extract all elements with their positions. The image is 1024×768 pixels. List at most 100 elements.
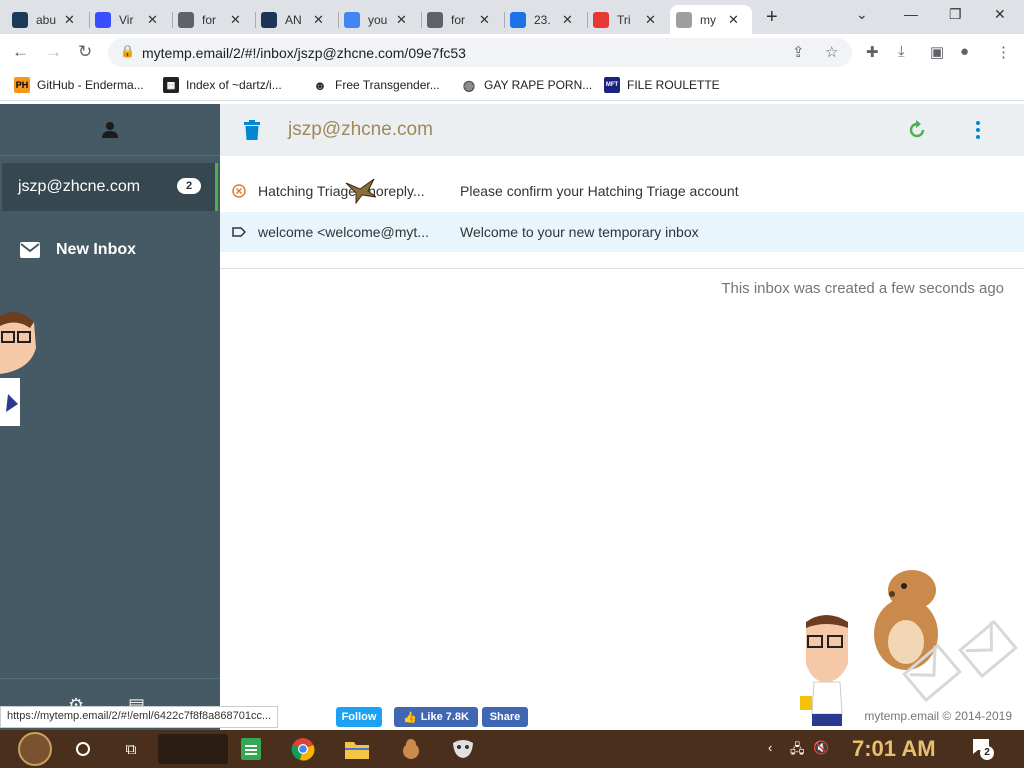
browser-tab[interactable]: for ✕ <box>172 5 254 34</box>
bookmark-github[interactable]: PH GitHub - Enderma... <box>14 77 144 93</box>
tab-close-icon[interactable]: ✕ <box>313 12 324 28</box>
bookmark-free-transgender[interactable]: ☻ Free Transgender... <box>312 77 440 93</box>
taskbar: ⧉ ‹ 🖧 🔇 7:01 AM 2 <box>0 730 1024 768</box>
inbox-header: jszp@zhcne.com <box>220 104 1024 156</box>
refresh-icon[interactable] <box>907 120 927 140</box>
trash-icon[interactable] <box>244 120 260 140</box>
sheets-app-icon[interactable] <box>238 736 264 762</box>
bookmarks-bar: PH GitHub - Enderma... ▦ Index of ~dartz… <box>0 71 1024 101</box>
tab-close-icon[interactable]: ✕ <box>64 12 75 28</box>
message-sender: welcome <welcome@myt... <box>258 224 429 240</box>
sigma-icon <box>95 11 111 28</box>
minimize-icon[interactable]: — <box>904 6 918 22</box>
new-tab-button[interactable]: + <box>766 6 778 29</box>
bookmark-index-dartz[interactable]: ▦ Index of ~dartz/i... <box>163 77 282 93</box>
browser-tab[interactable]: abu ✕ <box>6 5 88 34</box>
download-icon[interactable]: ⤓ <box>898 43 905 60</box>
reload-icon[interactable]: ↻ <box>78 42 92 62</box>
tab-close-icon[interactable]: ✕ <box>230 12 241 28</box>
new-inbox-button[interactable]: New Inbox <box>20 241 136 259</box>
twitter-follow-button[interactable]: Follow <box>336 707 382 727</box>
tab-close-icon[interactable]: ✕ <box>728 12 739 28</box>
watermark-envelopes-icon <box>902 619 1018 703</box>
bookmark-label: FILE ROULETTE <box>627 78 720 92</box>
triage-icon <box>593 11 609 28</box>
facebook-share-button[interactable]: Share <box>482 707 528 727</box>
sidebar-item-inbox[interactable]: jszp@zhcne.com 2 <box>2 163 218 211</box>
browser-tab[interactable]: Tri ✕ <box>587 5 669 34</box>
thumbs-up-icon: 👍 <box>402 711 417 724</box>
sidebar: jszp@zhcne.com 2 New Inbox ⚙ ▤ <box>0 104 220 730</box>
lock-icon[interactable]: 🔒 <box>120 44 135 58</box>
tab-close-icon[interactable]: ✕ <box>147 12 158 28</box>
list-divider <box>220 268 1024 269</box>
tab-label: you <box>368 12 388 27</box>
close-window-icon[interactable]: ✕ <box>994 6 1006 23</box>
browser-tab[interactable]: Vir ✕ <box>89 5 171 34</box>
message-subject: Welcome to your new temporary inbox <box>460 224 699 240</box>
url-text[interactable]: mytemp.email/2/#!/inbox/jszp@zhcne.com/0… <box>142 45 466 61</box>
tab-label: for <box>202 12 217 27</box>
volume-muted-icon[interactable]: 🔇 <box>813 740 829 756</box>
taskbar-clock[interactable]: 7:01 AM <box>852 736 936 762</box>
more-options-icon[interactable] <box>974 120 982 140</box>
forward-arrow-icon[interactable]: → <box>45 42 62 62</box>
browser-tab[interactable]: you ✕ <box>338 5 420 34</box>
tab-close-icon[interactable]: ✕ <box>396 12 407 28</box>
bookmark-globe-site[interactable]: ◍ GAY RAPE PORN... <box>461 77 592 93</box>
sidebar-header <box>0 104 220 156</box>
chrome-icon[interactable] <box>290 736 316 762</box>
sidebar-inbox-label: jszp@zhcne.com <box>18 178 141 195</box>
browser-tab[interactable]: my ✕ <box>670 5 752 34</box>
bookmark-label: GAY RAPE PORN... <box>484 78 593 92</box>
browser-toolbar: ← → ↻ 🔒 mytemp.email/2/#!/inbox/jszp@zhc… <box>0 34 1024 71</box>
file-explorer-icon[interactable] <box>344 736 370 762</box>
restore-icon[interactable]: ❐ <box>949 6 962 23</box>
tab-close-icon[interactable]: ✕ <box>645 12 656 28</box>
hamster-app-icon[interactable] <box>398 736 424 762</box>
network-icon[interactable]: 🖧 <box>790 740 805 762</box>
a-logo-icon <box>12 11 28 28</box>
browser-tab[interactable]: AN ✕ <box>255 5 337 34</box>
mft-icon: MFT <box>604 77 620 93</box>
bookmark-star-icon[interactable]: ☆ <box>825 43 838 61</box>
unread-circle-x-icon <box>232 184 246 198</box>
browser-menu-icon[interactable]: ⋮ <box>996 43 1011 61</box>
profile-avatar-icon[interactable]: ● <box>960 43 969 60</box>
browser-tab[interactable]: 23. ✕ <box>504 5 586 34</box>
action-center-button[interactable]: 2 <box>972 738 994 760</box>
bookmark-label: Free Transgender... <box>335 78 440 92</box>
facebook-like-button[interactable]: 👍 Like 7.8K <box>394 707 478 727</box>
task-view-icon[interactable]: ⧉ <box>118 736 144 762</box>
browser-tab[interactable]: for ✕ <box>421 5 503 34</box>
like-label: Like 7.8K <box>420 711 469 723</box>
tray-chevron-icon[interactable]: ‹ <box>768 740 772 755</box>
inbox-created-note: This inbox was created a few seconds ago <box>721 280 1004 297</box>
new-inbox-label: New Inbox <box>56 241 137 258</box>
any-run-icon <box>261 11 277 28</box>
message-row[interactable]: Hatching Triage <noreply... Please confi… <box>220 171 1024 211</box>
extensions-puzzle-icon[interactable]: ✚ <box>866 43 879 61</box>
bookmark-file-roulette[interactable]: MFT FILE ROULETTE <box>604 77 720 93</box>
mask-app-icon[interactable] <box>450 736 476 762</box>
image-icon: ▦ <box>163 77 179 93</box>
unread-count-badge: 2 <box>177 178 201 194</box>
tab-label: my <box>700 12 716 27</box>
cartoon-character-left <box>0 312 36 426</box>
taskbar-search-field[interactable] <box>158 734 228 764</box>
tab-close-icon[interactable]: ✕ <box>479 12 490 28</box>
message-row[interactable]: welcome <welcome@myt... Welcome to your … <box>220 212 1024 252</box>
back-arrow-icon[interactable]: ← <box>12 42 29 62</box>
tab-close-icon[interactable]: ✕ <box>562 12 573 28</box>
address-bar[interactable]: 🔒 mytemp.email/2/#!/inbox/jszp@zhcne.com… <box>108 38 852 67</box>
side-panel-icon[interactable]: ▣ <box>930 43 944 61</box>
user-icon[interactable] <box>101 121 119 139</box>
start-button-icon[interactable] <box>18 732 52 766</box>
cortana-search-icon[interactable] <box>70 736 96 762</box>
tab-search-icon[interactable]: ⌄ <box>856 6 868 23</box>
bookmark-label: Index of ~dartz/i... <box>186 78 282 92</box>
share-icon[interactable]: ⇪ <box>792 43 805 61</box>
tab-label: Tri <box>617 12 631 27</box>
tab-label: AN <box>285 12 302 27</box>
inbox-address-title: jszp@zhcne.com <box>288 119 433 140</box>
